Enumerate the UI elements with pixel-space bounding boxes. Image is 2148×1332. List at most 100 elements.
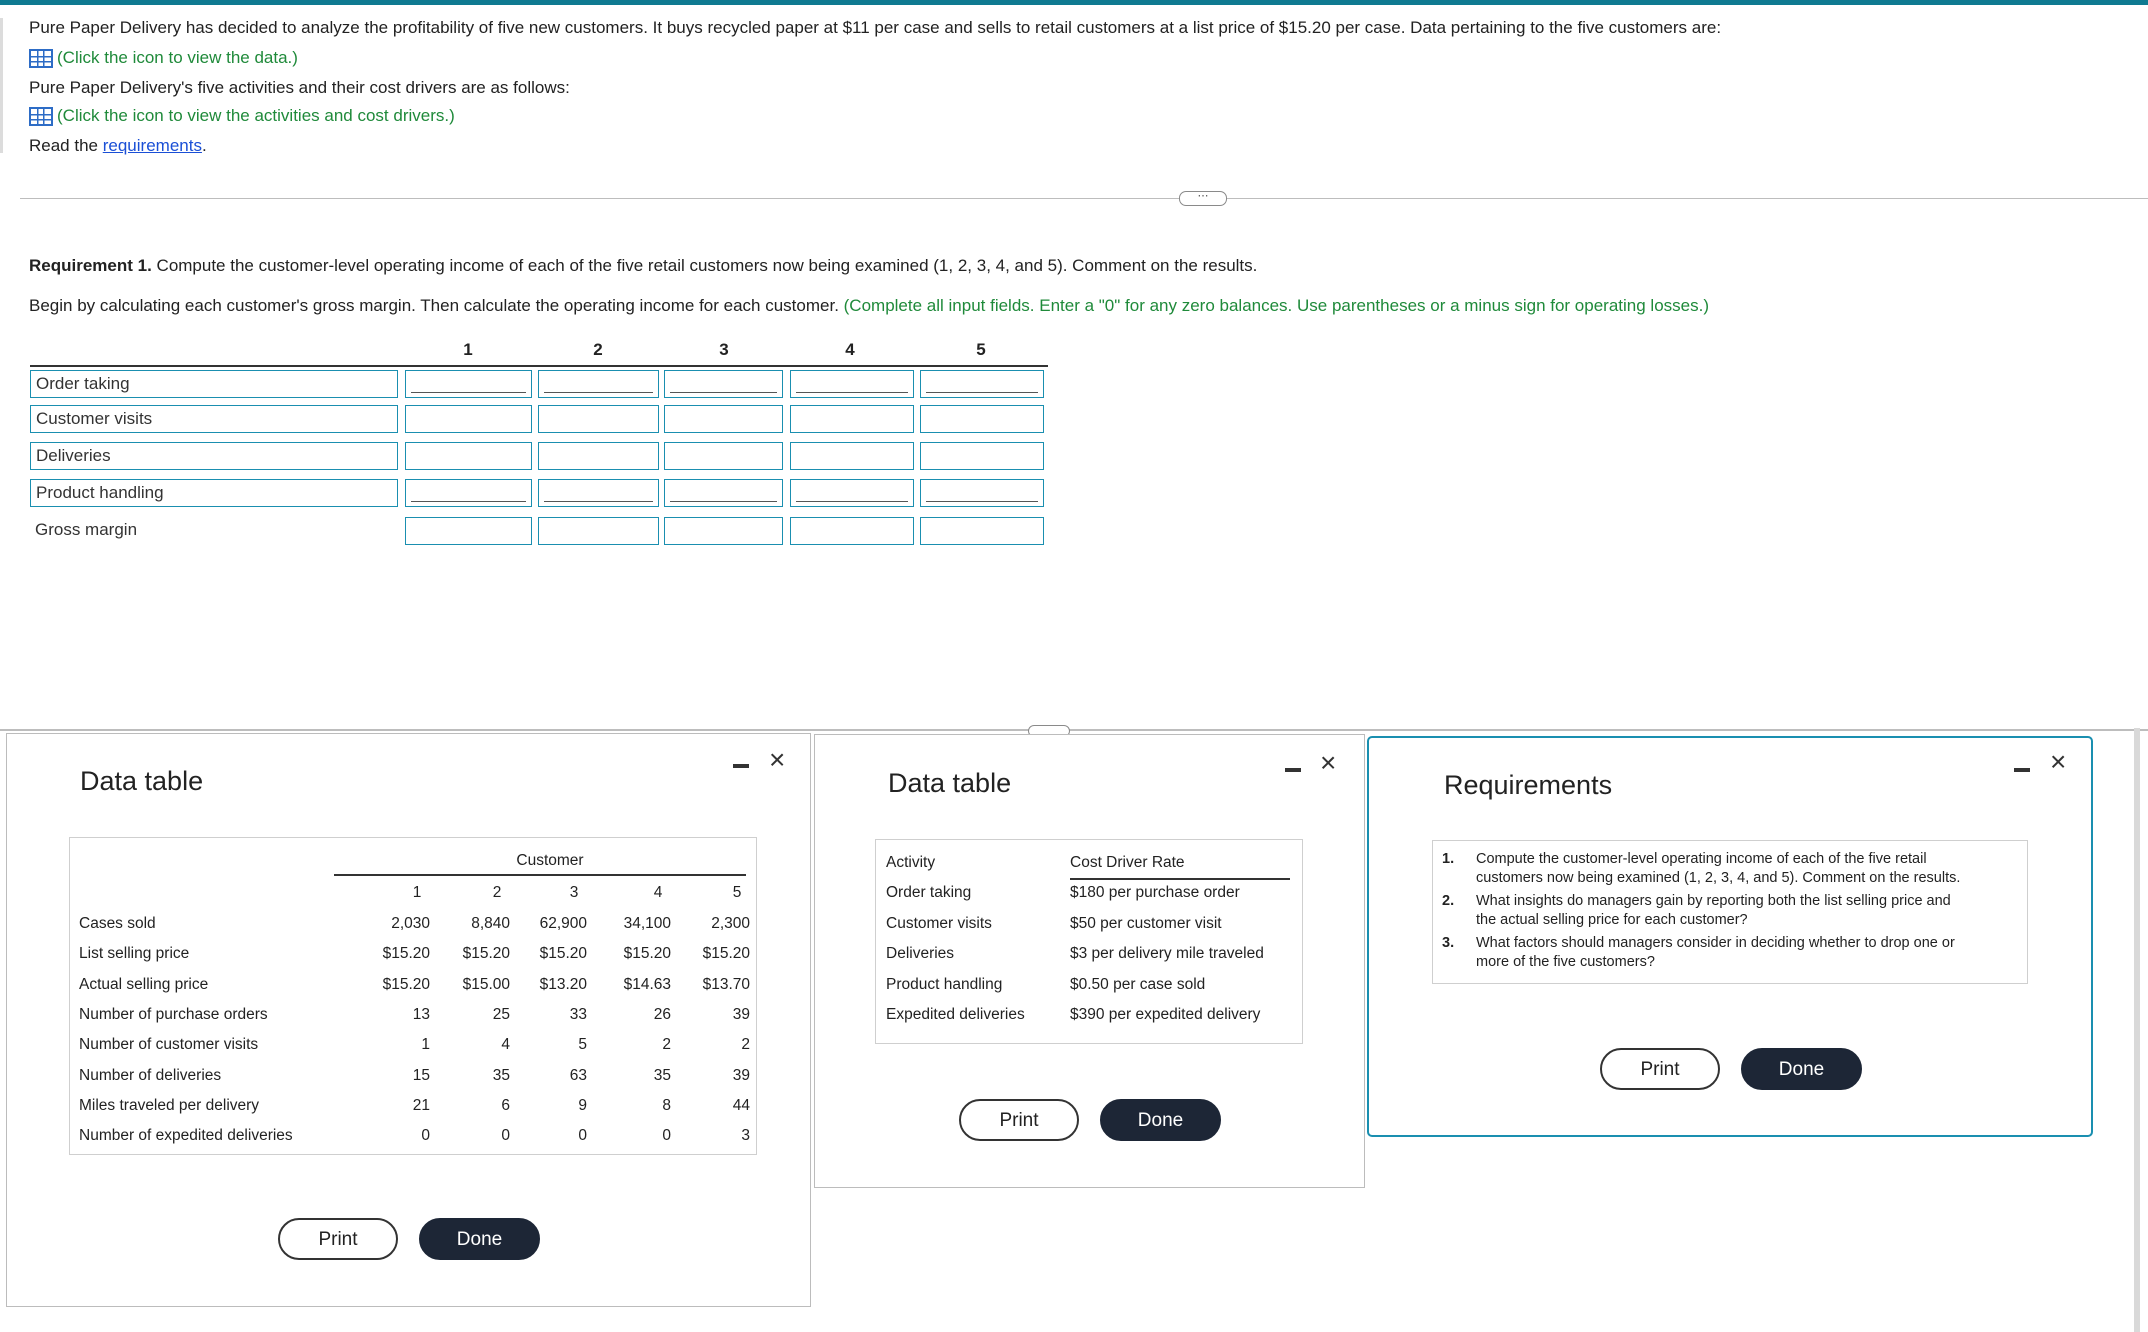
row-label-select[interactable]: Order taking <box>30 370 398 398</box>
amount-input-cell[interactable] <box>405 370 532 398</box>
requirement-number: 1. <box>1442 851 1455 867</box>
amount-input-cell[interactable] <box>664 405 783 433</box>
customer-column-header: 4 <box>653 884 663 901</box>
amount-input-cell[interactable] <box>538 442 659 470</box>
row-label-select[interactable]: Product handling <box>30 479 398 507</box>
subtotal-underline <box>411 391 526 393</box>
cost-driver-rate: $50 per customer visit <box>1070 914 1222 932</box>
print-button[interactable]: Print <box>1600 1048 1720 1090</box>
data-cell: 35 <box>653 1066 671 1084</box>
amount-input-cell[interactable] <box>405 442 532 470</box>
activity-name: Expedited deliveries <box>886 1006 1025 1023</box>
header-rule <box>334 874 746 876</box>
data-cell: 63 <box>569 1066 587 1084</box>
requirement-text: customers now being examined (1, 2, 3, 4… <box>1476 870 1961 886</box>
cost-driver-rate: $390 per expedited delivery <box>1070 1006 1261 1023</box>
amount-input-cell[interactable] <box>790 442 914 470</box>
data-cell: 3 <box>741 1127 750 1145</box>
subtotal-underline <box>670 500 777 502</box>
column-header-3: 3 <box>719 340 729 359</box>
amount-input-cell[interactable] <box>538 370 659 398</box>
activities-link-row[interactable]: (Click the icon to view the activities a… <box>29 106 455 127</box>
customer-column-header: 3 <box>569 884 579 901</box>
requirement-text: more of the five customers? <box>1476 954 1655 970</box>
amount-input-cell[interactable] <box>538 479 659 507</box>
requirements-modal: Requirements × 1. Compute the customer-le… <box>1367 736 2093 1137</box>
view-activities-link[interactable]: (Click the icon to view the activities a… <box>57 106 455 125</box>
minimize-icon[interactable] <box>2014 768 2030 772</box>
data-cell: 0 <box>578 1127 587 1145</box>
amount-input-cell[interactable] <box>405 517 532 545</box>
amount-input-cell[interactable] <box>920 479 1044 507</box>
data-table-modal: Data table × Customer 1 2 3 4 5 Cases sold 2,0… <box>6 733 811 1307</box>
amount-input-cell[interactable] <box>920 370 1044 398</box>
section-divider <box>20 198 2148 199</box>
data-cell: 13 <box>412 1005 430 1023</box>
header-rule <box>1070 878 1290 880</box>
instructions-text: Begin by calculating each customer's gro… <box>29 296 1709 315</box>
amount-input-cell[interactable] <box>920 517 1044 545</box>
header-rule <box>30 365 1048 367</box>
table-grid-icon[interactable] <box>29 49 53 69</box>
print-button[interactable]: Print <box>278 1218 398 1260</box>
amount-input-cell[interactable] <box>664 370 783 398</box>
data-cell: 2,030 <box>391 915 430 932</box>
view-data-link[interactable]: (Click the icon to view the data.) <box>57 48 298 67</box>
data-row-label: List selling price <box>79 945 190 963</box>
data-cell: 2 <box>662 1036 671 1054</box>
amount-input-cell[interactable] <box>664 517 783 545</box>
minimize-icon[interactable] <box>733 764 749 768</box>
data-cell: 35 <box>492 1066 510 1084</box>
subtotal-underline <box>926 500 1038 502</box>
close-icon[interactable]: × <box>769 746 785 774</box>
data-link-row[interactable]: (Click the icon to view the data.) <box>29 48 298 69</box>
requirement-text: the actual selling price for each custom… <box>1476 912 1748 928</box>
close-icon[interactable]: × <box>2050 748 2066 776</box>
column-header-4: 4 <box>845 340 855 359</box>
amount-input-cell[interactable] <box>920 442 1044 470</box>
activity-name: Product handling <box>886 975 1003 993</box>
customer-header: Customer <box>516 852 584 869</box>
amount-input-cell[interactable] <box>664 442 783 470</box>
data-row-label: Number of purchase orders <box>79 1005 268 1023</box>
amount-input-cell[interactable] <box>790 405 914 433</box>
requirements-link[interactable]: requirements <box>103 136 202 155</box>
subtotal-underline <box>796 500 908 502</box>
activities-modal: Data table × Activity Cost Driver Rate O… <box>814 734 1365 1188</box>
subtotal-underline <box>544 391 653 393</box>
print-button[interactable]: Print <box>959 1099 1079 1141</box>
amount-input-cell[interactable] <box>664 479 783 507</box>
row-label-select[interactable]: Deliveries <box>30 442 398 470</box>
amount-input-cell[interactable] <box>405 479 532 507</box>
amount-input-cell[interactable] <box>538 405 659 433</box>
data-cell: 9 <box>578 1096 587 1114</box>
amount-input-cell[interactable] <box>790 479 914 507</box>
subtotal-underline <box>926 391 1038 393</box>
data-row-label: Miles traveled per delivery <box>79 1096 260 1114</box>
amount-input-cell[interactable] <box>405 405 532 433</box>
amount-input-cell[interactable] <box>920 405 1044 433</box>
expand-dots-icon[interactable]: ⋯ <box>1179 191 1227 206</box>
amount-input-cell[interactable] <box>790 370 914 398</box>
subtotal-underline <box>796 391 908 393</box>
modal-title: Requirements <box>1444 770 1613 800</box>
done-button[interactable]: Done <box>419 1218 540 1260</box>
data-cell: 0 <box>662 1127 671 1145</box>
data-cell: $13.20 <box>539 975 587 993</box>
scrollbar[interactable] <box>2134 728 2140 1332</box>
row-label-select[interactable]: Customer visits <box>30 405 398 433</box>
data-cell: 15 <box>412 1066 430 1084</box>
amount-input-cell[interactable] <box>790 517 914 545</box>
done-button[interactable]: Done <box>1741 1048 1862 1090</box>
data-cell: $15.20 <box>702 945 750 963</box>
minimize-icon[interactable] <box>1285 768 1301 772</box>
close-icon[interactable]: × <box>1320 749 1336 777</box>
done-button[interactable]: Done <box>1100 1099 1221 1141</box>
data-row-label: Cases sold <box>79 915 156 932</box>
data-cell: 5 <box>578 1036 587 1054</box>
data-cell: 34,100 <box>623 915 671 932</box>
amount-input-cell[interactable] <box>538 517 659 545</box>
activity-name: Deliveries <box>886 945 955 962</box>
customer-column-header: 1 <box>412 884 422 901</box>
table-grid-icon[interactable] <box>29 107 53 127</box>
